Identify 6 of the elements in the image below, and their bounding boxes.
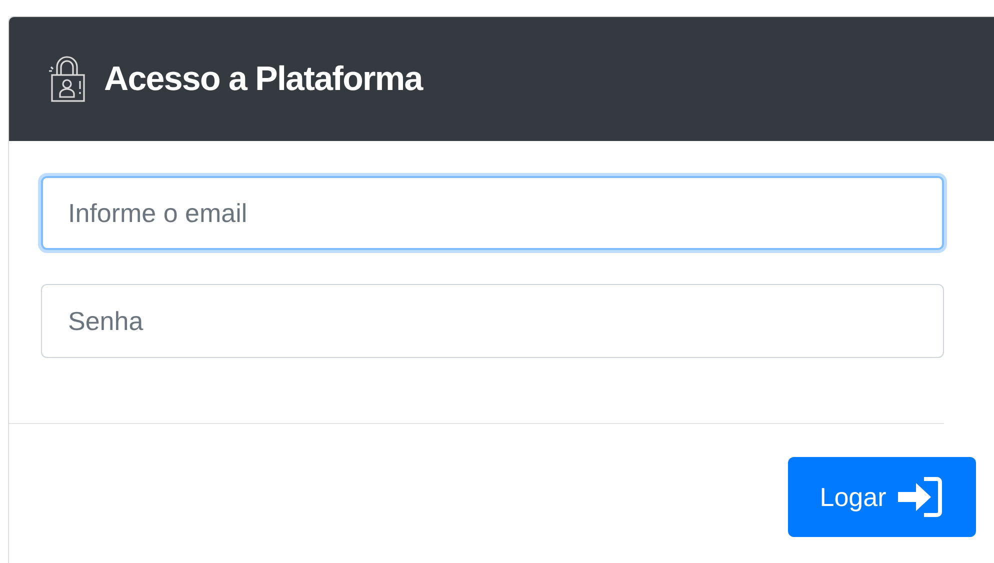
padlock-icon [46,55,88,103]
input-field[interactable]: Informe o email [41,176,944,250]
card-title: Acesso a Plataforma [104,58,422,100]
login-button[interactable]: Logar [788,457,976,537]
input-field[interactable]: Senha [41,284,944,358]
sign-in-icon [896,475,944,519]
